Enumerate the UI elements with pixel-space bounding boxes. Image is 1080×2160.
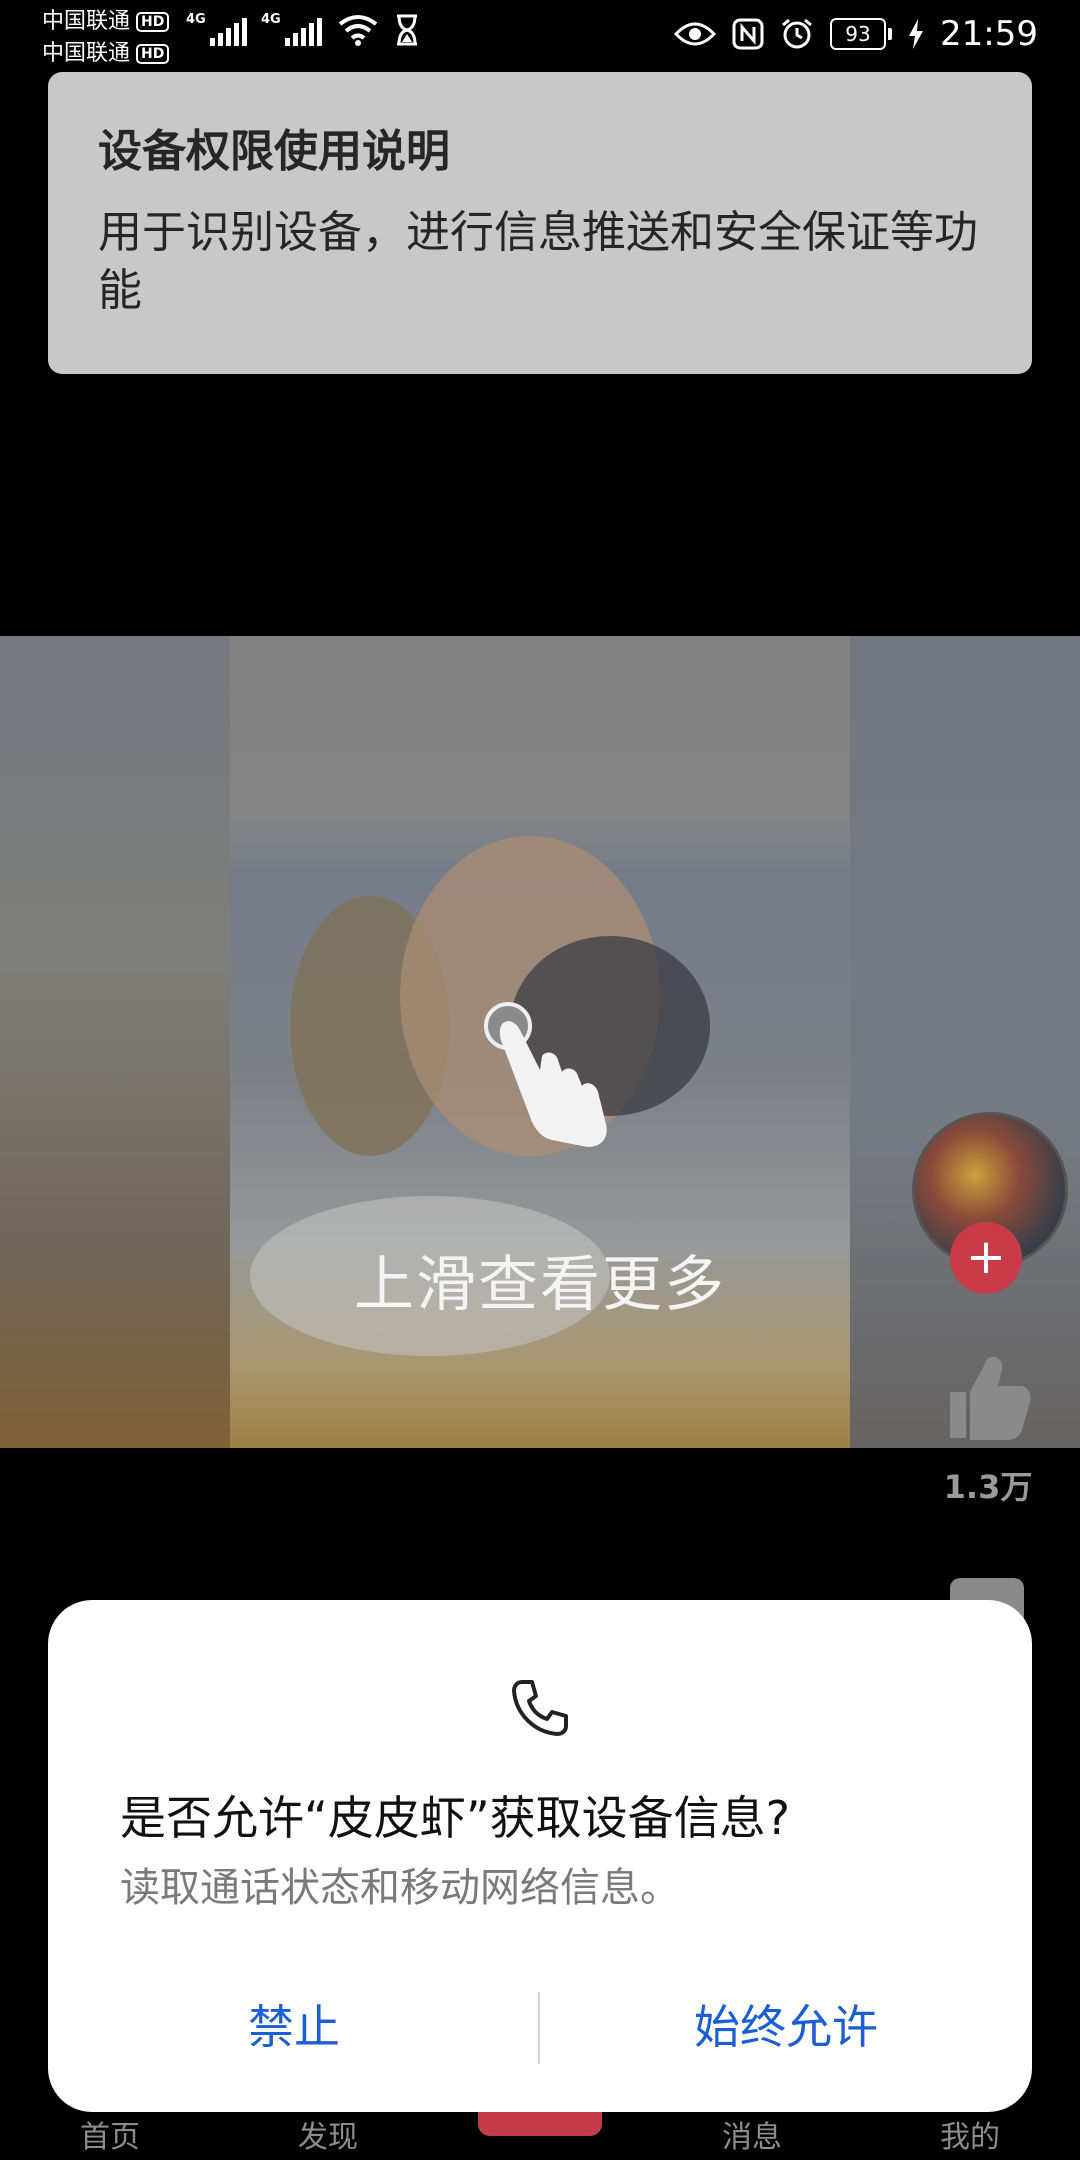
wifi-icon <box>338 15 378 46</box>
signal-indicators: 4G 4G <box>186 12 420 46</box>
signal-strength-icon: 4G <box>261 12 322 46</box>
battery-level: 93 <box>830 18 887 50</box>
carrier-name-2: 中国联通 <box>42 41 131 66</box>
nav-item-messages[interactable]: 消息 <box>722 2112 782 2156</box>
thumbs-up-icon[interactable] <box>944 1352 1032 1442</box>
video-player[interactable]: 上滑查看更多 <box>0 636 1080 1448</box>
permission-notice-title: 设备权限使用说明 <box>98 126 450 177</box>
dialog-title: 是否允许“皮皮虾”获取设备信息? <box>120 1791 791 1845</box>
screen: 中国联通 HD 中国联通 HD 4G 4G 93 21:59 设备权限使用说明 … <box>0 0 1080 2160</box>
phone-icon <box>512 1680 568 1736</box>
hd-badge-icon: HD <box>136 44 170 64</box>
like-count: 1.3万 <box>943 1468 1033 1506</box>
signal-strength-icon: 4G <box>186 12 247 46</box>
alarm-icon <box>782 18 812 49</box>
always-allow-button[interactable]: 始终允许 <box>540 1992 1032 2062</box>
swipe-hand-icon <box>484 1002 607 1147</box>
nav-item-me[interactable]: 我的 <box>940 2112 1000 2156</box>
permission-notice-card: 设备权限使用说明 用于识别设备，进行信息推送和安全保证等功能 <box>48 72 1032 374</box>
permission-notice-description: 用于识别设备，进行信息推送和安全保证等功能 <box>98 207 978 316</box>
nav-item-discover[interactable]: 发现 <box>298 2112 358 2156</box>
nfc-icon <box>732 18 764 50</box>
carrier-name-1: 中国联通 <box>42 9 131 34</box>
nav-item-home[interactable]: 首页 <box>80 2112 140 2156</box>
carrier-info: 中国联通 HD 中国联通 HD <box>42 6 170 70</box>
hd-badge-icon: HD <box>136 12 170 32</box>
swipe-up-hint: 上滑查看更多 <box>354 1250 726 1320</box>
follow-button[interactable]: + <box>950 1222 1022 1294</box>
status-right-icons: 93 21:59 <box>674 14 1038 54</box>
hourglass-icon <box>397 14 417 46</box>
charging-icon <box>909 19 924 49</box>
dialog-description: 读取通话状态和移动网络信息。 <box>120 1865 680 1911</box>
deny-button[interactable]: 禁止 <box>48 1992 540 2062</box>
clock: 21:59 <box>940 14 1038 54</box>
status-bar: 中国联通 HD 中国联通 HD 4G 4G 93 21:59 <box>0 0 1080 72</box>
battery-icon: 93 <box>830 18 893 50</box>
permission-dialog: 是否允许“皮皮虾”获取设备信息? 读取通话状态和移动网络信息。 禁止 始终允许 <box>48 1600 1032 2112</box>
eye-icon <box>674 22 717 46</box>
